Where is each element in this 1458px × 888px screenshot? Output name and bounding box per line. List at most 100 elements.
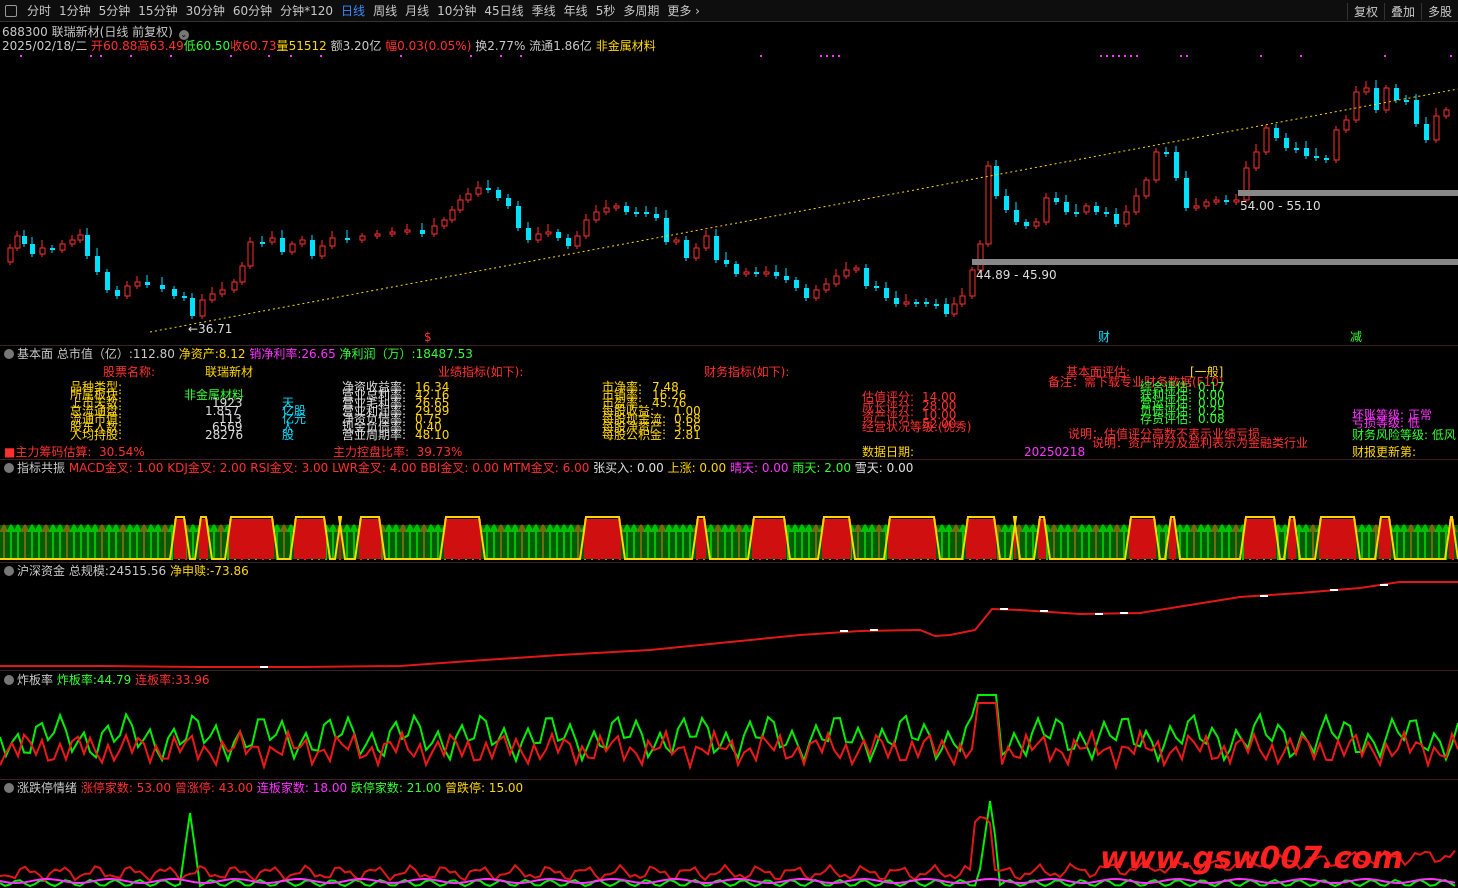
candle-body	[239, 265, 246, 283]
col3-value: 2.81	[674, 428, 701, 442]
panel-title: 指标共振	[17, 461, 69, 475]
candle-body	[475, 187, 482, 195]
candle-body	[359, 235, 366, 241]
divider	[0, 779, 1458, 780]
tab-15[interactable]: 多周期	[619, 4, 663, 18]
candle-body	[1343, 119, 1350, 131]
candle-body	[843, 269, 850, 277]
zone-1-label: 44.89 - 45.90	[976, 268, 1057, 282]
candle-body	[1164, 152, 1169, 154]
tab-9[interactable]: 月线	[401, 4, 433, 18]
tab-8[interactable]: 周线	[369, 4, 401, 18]
candle-body	[894, 298, 899, 304]
report-update: 财报更新第:	[1352, 445, 1417, 459]
toolbar-btn-0[interactable]: 复权	[1346, 2, 1384, 20]
candle-body	[1114, 214, 1119, 224]
tab-4[interactable]: 30分钟	[182, 4, 229, 18]
layout-toggle-icon[interactable]	[5, 4, 17, 17]
collapse-icon[interactable]	[4, 783, 14, 793]
candle-body	[39, 247, 46, 255]
event-mark[interactable]: $	[424, 330, 432, 344]
resonance-item: 雨天: 2.00	[792, 461, 855, 475]
candle-body	[1404, 100, 1409, 102]
red-block	[752, 519, 786, 559]
candle-body	[613, 205, 620, 209]
tab-6[interactable]: 分钟*120	[276, 4, 337, 18]
candle-body	[985, 165, 992, 245]
zb-header: 炸板率 炸板率:44.79 连板率:33.96	[2, 673, 209, 687]
candle-body	[526, 228, 531, 240]
candle-body	[95, 256, 100, 272]
quote-date: 2025/02/18/二	[2, 39, 88, 53]
candle-body	[924, 302, 929, 304]
candle-body	[959, 295, 966, 305]
collapse-icon[interactable]	[4, 349, 14, 359]
candle-body	[1314, 156, 1319, 158]
tab-1[interactable]: 1分钟	[55, 4, 95, 18]
divider	[0, 562, 1458, 563]
red-block	[822, 519, 851, 559]
candle-body	[784, 276, 789, 280]
toolbar-btn-1[interactable]: 叠加	[1383, 2, 1421, 20]
signal-dot	[1450, 55, 1452, 57]
tab-16[interactable]: 更多 ›	[663, 4, 704, 18]
resonance-item: RSI金叉: 3.00	[250, 461, 333, 475]
tab-5[interactable]: 60分钟	[229, 4, 276, 18]
candle-body	[190, 298, 195, 316]
collapse-icon[interactable]	[4, 566, 14, 576]
candle-body	[319, 245, 326, 257]
col1-unit: 股	[282, 428, 295, 442]
red-block	[1319, 519, 1356, 559]
candle-body	[724, 260, 729, 264]
toolbar-btn-2[interactable]: 多股	[1420, 2, 1458, 20]
candle-body	[774, 272, 779, 276]
tab-11[interactable]: 45日线	[480, 4, 527, 18]
signal-dot	[1130, 55, 1132, 57]
tab-10[interactable]: 10分钟	[433, 4, 480, 18]
candle-body	[763, 271, 770, 275]
tab-13[interactable]: 年线	[560, 4, 592, 18]
tab-3[interactable]: 15分钟	[134, 4, 181, 18]
signal-dot	[520, 55, 522, 57]
resonance-item: KDJ金叉: 2.00	[167, 461, 251, 475]
candle-body	[124, 285, 131, 297]
tab-7[interactable]: 日线	[337, 4, 369, 18]
candle-body	[874, 286, 879, 288]
tab-14[interactable]: 5秒	[592, 4, 620, 18]
candle-body	[903, 301, 910, 305]
signal-band	[0, 525, 1458, 559]
quote-sector: 非金属材料	[595, 39, 656, 53]
red-block	[888, 519, 936, 559]
divider	[0, 670, 1458, 671]
tab-0[interactable]: 分时	[23, 4, 55, 18]
signal-dot	[832, 55, 834, 57]
candlestick-chart[interactable]: 44.89 - 45.90 54.00 - 55.10 ←36.71 $ 财 减	[0, 52, 1458, 344]
col5-label: 存货评估:	[1140, 412, 1193, 426]
red-block	[359, 519, 381, 559]
candle-body	[566, 238, 571, 246]
tab-12[interactable]: 季线	[528, 4, 560, 18]
red-block	[294, 519, 326, 559]
candle-body	[1143, 179, 1150, 197]
candle-body	[289, 243, 296, 253]
candle-body	[172, 289, 177, 296]
event-mark[interactable]: 减	[1350, 330, 1362, 344]
candle-body	[1074, 212, 1079, 214]
zd-item: 曾跌停: 15.00	[444, 781, 524, 795]
collapse-icon[interactable]	[4, 463, 14, 473]
candle-body	[1294, 148, 1299, 150]
collapse-icon[interactable]	[4, 675, 14, 685]
candle-body	[1024, 222, 1029, 226]
quote-open: 开60.88	[91, 39, 138, 53]
event-mark[interactable]: 财	[1098, 330, 1110, 344]
candle-body	[934, 304, 939, 306]
quote-close: 收60.73	[230, 39, 277, 53]
tab-2[interactable]: 5分钟	[95, 4, 135, 18]
stock-title: 688300 联瑞新材(日线 前复权) ⌄	[2, 25, 192, 40]
candle-body	[389, 231, 396, 235]
candle-body	[506, 198, 511, 206]
signal-dot	[400, 55, 402, 57]
candle-body	[1383, 87, 1390, 111]
candle-body	[1203, 201, 1210, 207]
panel-title: 涨跌停情绪	[17, 781, 81, 795]
